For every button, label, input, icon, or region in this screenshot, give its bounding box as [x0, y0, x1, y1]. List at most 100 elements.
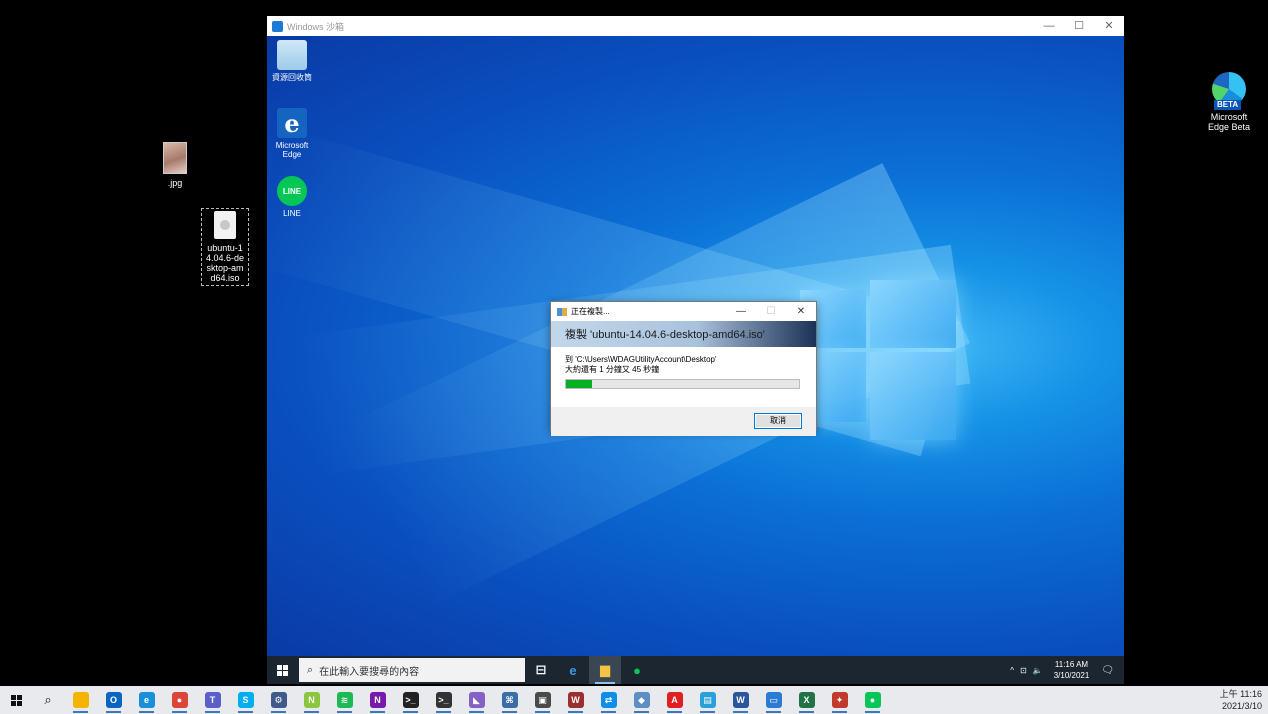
winrar-icon: W [567, 692, 584, 708]
sandbox-desktop[interactable]: 資源回收筒 e Microsoft Edge LINE LINE 正在複製...… [267, 36, 1124, 656]
dialog-close-button[interactable]: ✕ [786, 302, 816, 321]
host-taskbar-spotify-button[interactable]: ≋ [328, 686, 361, 714]
host-time: 上午 11:16 [1219, 689, 1262, 699]
desktop-icon-iso[interactable]: ubuntu-14.04.6-desktop-amd64.iso [201, 208, 249, 286]
teamviewer-icon: ⇄ [600, 692, 617, 708]
windows-sandbox-icon: ▭ [765, 692, 782, 708]
cancel-button[interactable]: 取消 [754, 413, 802, 429]
host-taskbar-image-viewer-button[interactable]: ▣ [526, 686, 559, 714]
outlook-icon: O [105, 692, 122, 708]
copy-icon [557, 307, 567, 316]
host-taskbar-cmd-button[interactable]: >_ [427, 686, 460, 714]
dialog-title-bar[interactable]: 正在複製... — ☐ ✕ [551, 302, 816, 321]
host-search-button[interactable]: ⌕ [32, 686, 64, 714]
desktop-icon-label: Microsoft Edge [275, 141, 309, 159]
minimize-button[interactable]: — [1034, 16, 1064, 36]
sandbox-title-bar[interactable]: Windows 沙箱 — ☐ ✕ [267, 16, 1124, 36]
host-start-button[interactable] [0, 686, 32, 714]
skype-icon: S [237, 692, 254, 708]
host-taskbar-excel-button[interactable]: X [790, 686, 823, 714]
sandbox-app-icon: ◆ [633, 692, 650, 708]
sandbox-taskbar-task-view-button[interactable]: ⊟ [525, 656, 557, 684]
line-icon: ● [864, 692, 881, 708]
host-taskbar-sandbox-app-button[interactable]: ◆ [625, 686, 658, 714]
desktop-icon-edge-beta[interactable]: BETA Microsoft Edge Beta [1199, 72, 1259, 132]
visual-studio-icon: ◣ [468, 692, 485, 708]
notepad-plus-icon: N [303, 692, 320, 708]
host-taskbar-visual-studio-button[interactable]: ◣ [460, 686, 493, 714]
sandbox-taskbar-file-explorer-button[interactable]: ▆ [589, 656, 621, 684]
line-icon: ● [633, 662, 641, 678]
host-taskbar-terminal-button[interactable]: >_ [394, 686, 427, 714]
sandbox-icon-line[interactable]: LINE LINE [270, 176, 314, 218]
host-date: 2021/3/10 [1221, 701, 1262, 711]
sandbox-taskbar-apps: ⊟ e ▆ ● [525, 656, 653, 684]
word-icon: W [732, 692, 749, 708]
dialog-body: 到 'C:\Users\WDAGUtilityAccount\Desktop' … [551, 347, 816, 407]
host-taskbar-edge-button[interactable]: e [130, 686, 163, 714]
sandbox-search-box[interactable]: ⌕ 在此輸入要搜尋的內容 [299, 658, 525, 682]
copy-destination: 到 'C:\Users\WDAGUtilityAccount\Desktop' [565, 355, 717, 364]
tray-chevron-icon[interactable]: ^ [1007, 666, 1017, 675]
notification-icon[interactable]: 🗨 [1097, 665, 1124, 676]
network-icon[interactable]: ⊡ [1017, 666, 1030, 675]
file-explorer-icon: ▆ [600, 662, 610, 677]
desktop-icon-label: .jpg [167, 178, 183, 188]
host-taskbar-package-app-button[interactable]: ▤ [691, 686, 724, 714]
host-taskbar-line-button[interactable]: ● [856, 686, 889, 714]
sandbox-title: Windows 沙箱 [287, 21, 345, 32]
volume-icon[interactable]: 🔈 [1030, 666, 1046, 675]
sandbox-system-tray: ^ ⊡ 🔈 11:16 AM 3/10/2021 🗨 [1007, 656, 1124, 684]
sandbox-clock[interactable]: 11:16 AM 3/10/2021 [1046, 659, 1098, 681]
dialog-minimize-button[interactable]: — [726, 302, 756, 321]
line-icon: LINE [277, 176, 307, 206]
host-taskbar-winrar-button[interactable]: W [559, 686, 592, 714]
sandbox-icon-recycle-bin[interactable]: 資源回收筒 [270, 40, 314, 82]
host-taskbar-word-button[interactable]: W [724, 686, 757, 714]
host-taskbar-teams-button[interactable]: T [196, 686, 229, 714]
host-taskbar-notepad-plus-button[interactable]: N [295, 686, 328, 714]
host-taskbar-file-explorer-button[interactable] [64, 686, 97, 714]
edge-icon: e [138, 692, 155, 708]
host-taskbar-pin-app-button[interactable]: ✦ [823, 686, 856, 714]
host-taskbar-network-tool-button[interactable]: ⌘ [493, 686, 526, 714]
sandbox-icon-edge[interactable]: e Microsoft Edge [270, 108, 314, 159]
host-taskbar: ⌕ Oe ● T S ⚙ N ≋ N >_ >_ ◣ ⌘ ▣ W ⇄ ◆ A ▤ W ▭ X ✦ ● 上午 11:16 20… [0, 686, 1268, 714]
host-clock[interactable]: 上午 11:16 2021/3/10 [1220, 688, 1262, 712]
recycle-bin-icon [277, 40, 307, 70]
host-taskbar-apps: Oe ● T S ⚙ N ≋ N >_ >_ ◣ ⌘ ▣ W ⇄ ◆ A ▤ W ▭ X ✦ ● [64, 686, 889, 714]
windows-logo-wallpaper [800, 280, 956, 440]
desktop-icon-jpg[interactable]: .jpg [145, 142, 205, 188]
close-button[interactable]: ✕ [1094, 16, 1124, 36]
sandbox-window: Windows 沙箱 — ☐ ✕ 資源回收筒 e Microsoft Edge … [267, 16, 1124, 684]
remote-app-icon: ⚙ [270, 692, 287, 708]
windows-icon [276, 664, 288, 676]
host-taskbar-onenote-button[interactable]: N [361, 686, 394, 714]
host-taskbar-windows-sandbox-button[interactable]: ▭ [757, 686, 790, 714]
beta-badge: BETA [1214, 100, 1242, 110]
search-placeholder: 在此輸入要搜尋的內容 [319, 666, 420, 678]
cmd-icon: >_ [435, 692, 452, 708]
pin-app-icon: ✦ [831, 692, 848, 708]
host-taskbar-skype-button[interactable]: S [229, 686, 262, 714]
windows-icon [10, 694, 22, 706]
maximize-button[interactable]: ☐ [1064, 16, 1094, 36]
copy-progress-dialog: 正在複製... — ☐ ✕ 複製 'ubuntu-14.04.6-desktop… [550, 301, 817, 436]
chrome-icon: ● [171, 692, 188, 708]
host-taskbar-remote-app-button[interactable]: ⚙ [262, 686, 295, 714]
host-taskbar-outlook-button[interactable]: O [97, 686, 130, 714]
disc-image-file-icon [214, 211, 236, 239]
copy-progress-bar [565, 379, 800, 389]
file-explorer-icon [72, 692, 89, 708]
acrobat-icon: A [666, 692, 683, 708]
desktop-icon-label: 資源回收筒 [272, 73, 312, 82]
desktop-icon-label: ubuntu-14.04.6-desktop-amd64.iso [205, 243, 245, 283]
spotify-icon: ≋ [336, 692, 353, 708]
sandbox-taskbar-edge-button[interactable]: e [557, 656, 589, 684]
host-taskbar-acrobat-button[interactable]: A [658, 686, 691, 714]
host-taskbar-chrome-button[interactable]: ● [163, 686, 196, 714]
host-taskbar-teamviewer-button[interactable]: ⇄ [592, 686, 625, 714]
sandbox-start-button[interactable] [267, 656, 297, 684]
sandbox-taskbar-line-button[interactable]: ● [621, 656, 653, 684]
sandbox-logo-icon [272, 20, 283, 32]
